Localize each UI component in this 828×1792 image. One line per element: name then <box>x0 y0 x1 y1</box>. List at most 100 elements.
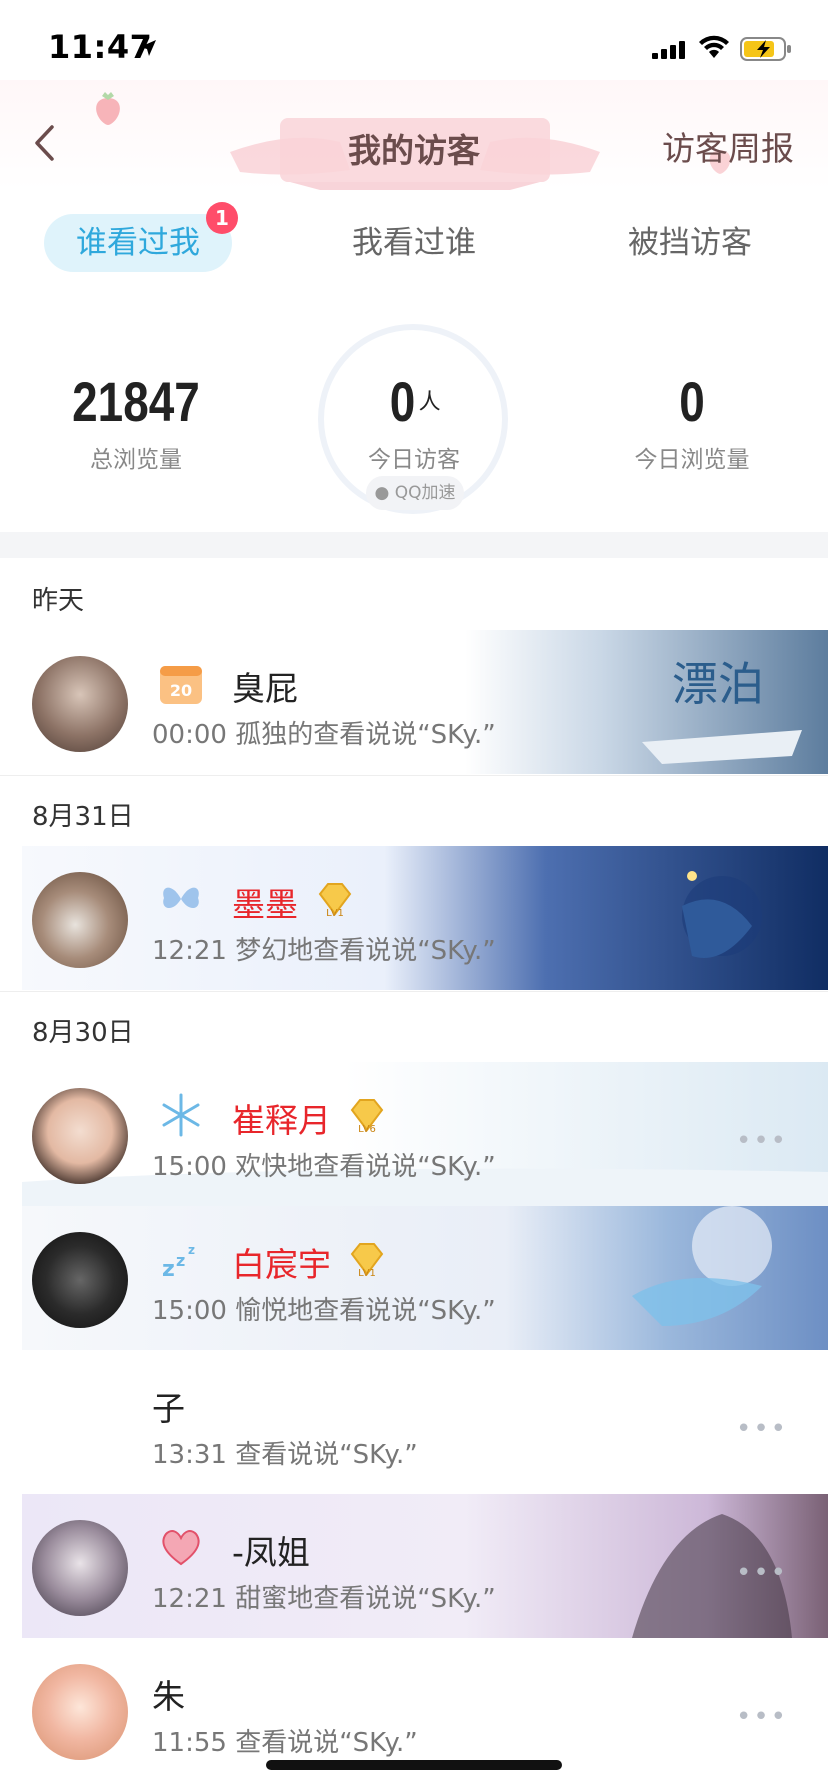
svg-text:z: z <box>188 1243 195 1257</box>
vip-level-badge-icon: LV1 <box>350 1243 384 1279</box>
cellular-signal-icon <box>652 41 685 59</box>
section-date-label: 昨天 <box>32 586 85 616</box>
vip-level-text: LV1 <box>326 908 344 919</box>
visit-action: 梦幻地查看说说“SKy.” <box>235 936 496 966</box>
visit-info: 13:31 查看说说“SKy.” <box>152 1434 418 1471</box>
ocean-boat-banner: 漂泊 <box>22 630 828 774</box>
avatar[interactable] <box>32 872 128 968</box>
visit-info: 12:21 梦幻地查看说说“SKy.” <box>152 930 496 967</box>
visitor-name[interactable]: 臭屁 <box>232 662 298 710</box>
vip-level-badge-icon: LV1 <box>318 883 352 919</box>
avatar[interactable] <box>32 656 128 752</box>
anime-night-banner <box>22 846 828 990</box>
tab-who-i-viewed[interactable]: 我看过谁 <box>320 214 508 272</box>
visit-time: 00:00 <box>152 720 227 750</box>
qq-boost-label: QQ加速 <box>394 483 456 503</box>
visit-info: 15:00 愉悦地查看说说“SKy.” <box>152 1290 496 1327</box>
row-separator <box>0 991 828 992</box>
visitor-name[interactable]: 崔释月 <box>232 1094 331 1142</box>
banner-text: 漂泊 <box>672 657 764 711</box>
snowflake-icon <box>162 1093 200 1137</box>
nav-bar: 我的访客 访客周报 <box>0 80 828 190</box>
avatar[interactable] <box>32 1376 128 1472</box>
visitor-stats: 21847 总浏览量 0人 今日访客 ● QQ加速 0 今日浏览量 <box>0 300 828 530</box>
heart-icon <box>162 1530 200 1566</box>
visit-action: 查看说说“SKy.” <box>235 1440 418 1470</box>
status-time: 11:47 <box>48 28 153 66</box>
section-date-label: 8月31日 <box>32 802 134 832</box>
visit-time: 11:55 <box>152 1728 227 1758</box>
visit-action: 查看说说“SKy.” <box>235 1728 418 1758</box>
section-date-label: 8月30日 <box>32 1018 134 1048</box>
visit-time: 15:00 <box>152 1152 227 1182</box>
zzz-icon: z z z <box>162 1243 195 1282</box>
visitor-name[interactable]: 墨墨 <box>232 878 298 926</box>
total-views-stat[interactable]: 21847 总浏览量 <box>56 370 216 474</box>
wifi-icon <box>699 35 729 58</box>
avatar[interactable] <box>32 1232 128 1328</box>
total-views-value: 21847 <box>72 370 200 433</box>
qq-boost-tag[interactable]: ● QQ加速 <box>366 476 464 510</box>
visit-action: 孤独的查看说说“SKy.” <box>235 720 496 750</box>
avatar[interactable] <box>32 1520 128 1616</box>
today-visitors-value: 0 <box>390 370 416 433</box>
visitor-row[interactable]: -凤姐 12:21 甜蜜地查看说说“SKy.” ••• <box>22 1494 828 1638</box>
weekly-report-link[interactable]: 访客周报 <box>662 122 794 170</box>
visit-time: 12:21 <box>152 1584 227 1614</box>
visit-time: 12:21 <box>152 936 227 966</box>
visitor-row[interactable]: 漂泊 20 臭屁 00:00 孤独的查看说说“SKy.” <box>22 630 828 774</box>
tab-label: 被挡访客 <box>628 225 752 261</box>
today-views-label: 今日浏览量 <box>634 447 750 473</box>
more-options-icon[interactable]: ••• <box>736 1702 788 1732</box>
visitor-row[interactable]: 墨墨 LV1 12:21 梦幻地查看说说“SKy.” <box>22 846 828 990</box>
visit-info: 00:00 孤独的查看说说“SKy.” <box>152 714 496 751</box>
anime-couple-banner <box>22 1494 828 1638</box>
visit-time: 15:00 <box>152 1296 227 1326</box>
location-arrow-icon <box>140 40 156 56</box>
bell-icon: ● <box>374 483 390 503</box>
tab-who-viewed-me[interactable]: 谁看过我 1 <box>44 202 238 272</box>
visitor-name[interactable]: 朱 <box>152 1670 185 1718</box>
visitor-row[interactable]: z z z 白宸宇 LV1 15:00 愉悦地查看说说“SKy.” <box>22 1206 828 1350</box>
strawberry-icon <box>96 92 120 125</box>
battery-charging-icon <box>740 37 791 61</box>
today-visitors-unit: 人 <box>418 389 441 414</box>
anime-moon-banner <box>22 1206 828 1350</box>
tab-label: 我看过谁 <box>352 225 476 261</box>
home-indicator[interactable] <box>266 1760 562 1770</box>
vip-level-text: LV6 <box>358 1124 376 1135</box>
snow-banner <box>22 1062 828 1206</box>
row-separator <box>0 775 828 776</box>
visitor-name[interactable]: 白宸宇 <box>232 1238 331 1286</box>
tab-bar: 谁看过我 1 我看过谁 被挡访客 <box>0 200 828 276</box>
vip-level-text: LV1 <box>358 1268 376 1279</box>
visit-time: 13:31 <box>152 1440 227 1470</box>
avatar[interactable] <box>32 1088 128 1184</box>
visitor-name[interactable]: 子 <box>152 1382 185 1430</box>
tab-blocked-visitors[interactable]: 被挡访客 <box>596 214 784 272</box>
today-visitors-stat[interactable]: 0人 今日访客 <box>334 370 494 474</box>
visit-info: 15:00 欢快地查看说说“SKy.” <box>152 1146 496 1183</box>
total-views-label: 总浏览量 <box>90 447 182 473</box>
today-views-stat[interactable]: 0 今日浏览量 <box>612 370 772 474</box>
visit-info: 12:21 甜蜜地查看说说“SKy.” <box>152 1578 496 1615</box>
more-options-icon[interactable]: ••• <box>736 1414 788 1444</box>
today-visitors-label: 今日访客 <box>368 447 460 473</box>
more-options-icon[interactable]: ••• <box>736 1558 788 1588</box>
more-options-icon[interactable]: ••• <box>736 1126 788 1156</box>
visitor-name[interactable]: -凤姐 <box>232 1526 310 1574</box>
vip-level-badge-icon: LV6 <box>350 1099 384 1135</box>
calendar-text: 20 <box>170 681 192 700</box>
butterfly-icon <box>163 887 199 909</box>
svg-text:z: z <box>176 1251 185 1270</box>
today-views-value: 0 <box>679 370 705 433</box>
section-divider <box>0 532 828 558</box>
avatar[interactable] <box>32 1664 128 1760</box>
tab-label: 谁看过我 <box>76 225 200 261</box>
visit-action: 甜蜜地查看说说“SKy.” <box>235 1584 496 1614</box>
visit-action: 愉悦地查看说说“SKy.” <box>235 1296 496 1326</box>
calendar-20-icon: 20 <box>160 666 202 704</box>
visitor-row[interactable]: 崔释月 LV6 15:00 欢快地查看说说“SKy.” ••• <box>22 1062 828 1206</box>
visit-action: 欢快地查看说说“SKy.” <box>235 1152 496 1182</box>
visitor-row[interactable]: 子 13:31 查看说说“SKy.” ••• <box>22 1350 828 1494</box>
